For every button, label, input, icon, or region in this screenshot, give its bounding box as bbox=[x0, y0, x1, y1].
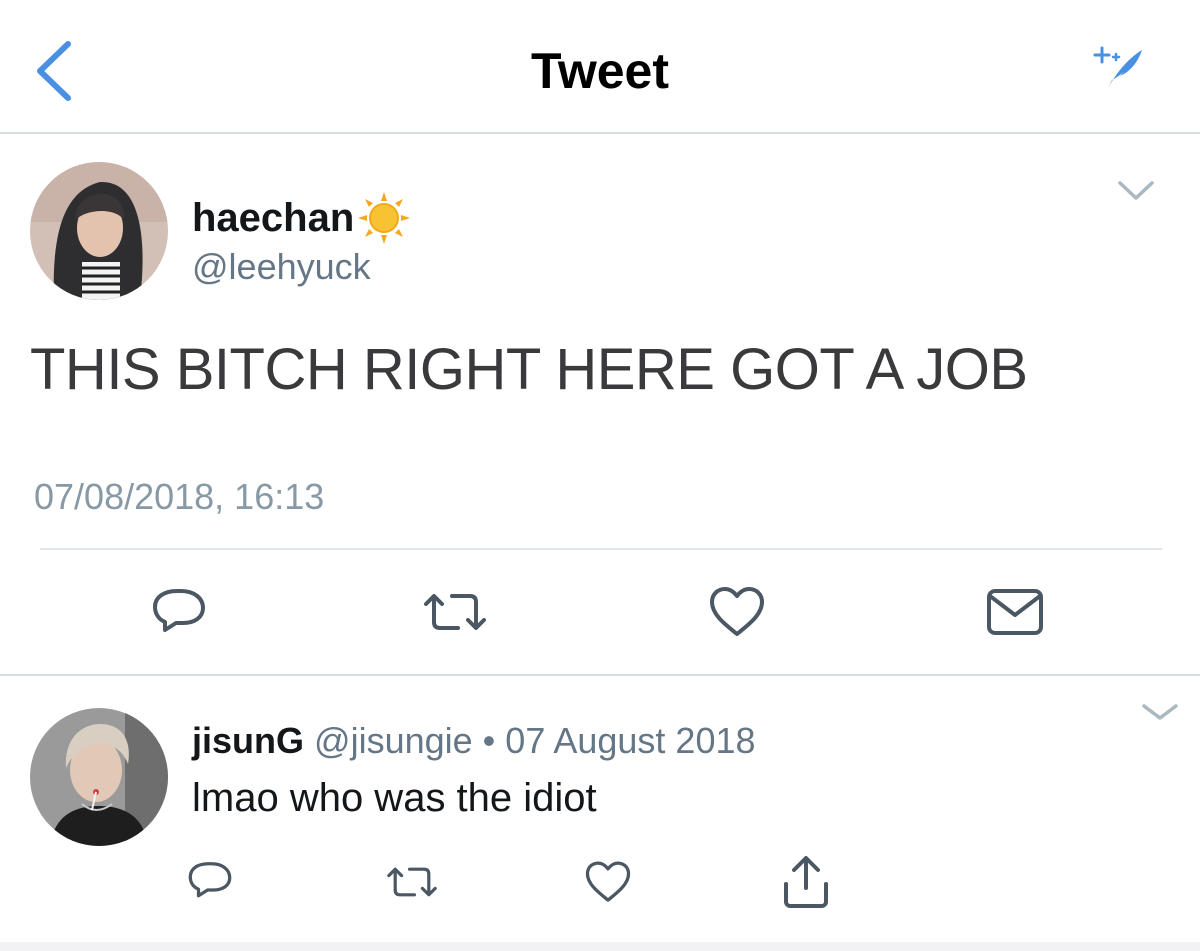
share-icon bbox=[784, 856, 828, 908]
retweet-button[interactable] bbox=[380, 856, 444, 908]
reply-tweet[interactable]: jisunG @jisungie • 07 August 2018 lmao w… bbox=[0, 674, 1200, 951]
reply-separator: • bbox=[482, 720, 496, 761]
bottom-divider bbox=[0, 942, 1200, 951]
display-name[interactable]: haechan bbox=[192, 196, 354, 241]
retweet-icon bbox=[387, 867, 437, 897]
nav-bar: Tweet bbox=[0, 0, 1200, 134]
retweet-icon bbox=[424, 594, 486, 630]
direct-message-icon bbox=[987, 589, 1043, 635]
like-icon bbox=[585, 861, 631, 902]
reply-display-name[interactable]: jisunG bbox=[192, 720, 304, 761]
author-name-row[interactable]: haechan bbox=[192, 190, 412, 246]
retweet-button[interactable] bbox=[420, 580, 490, 644]
reply-icon bbox=[188, 862, 232, 898]
avatar[interactable] bbox=[30, 708, 168, 846]
page-title: Tweet bbox=[531, 43, 669, 99]
reply-handle[interactable]: @jisungie bbox=[314, 720, 473, 761]
chevron-down-icon bbox=[1142, 704, 1178, 720]
like-button[interactable] bbox=[578, 856, 638, 908]
compose-button[interactable] bbox=[1090, 42, 1146, 94]
reply-button[interactable] bbox=[144, 580, 214, 644]
reply-text: lmao who was the idiot bbox=[192, 776, 597, 820]
direct-message-button[interactable] bbox=[980, 580, 1050, 644]
main-tweet: haechan @leehyuck THIS BITCH RIGHT HERE … bbox=[0, 136, 1200, 674]
sun-icon bbox=[358, 192, 411, 244]
reply-button[interactable] bbox=[180, 854, 240, 908]
chevron-down-icon bbox=[1118, 181, 1154, 200]
reply-options-button[interactable] bbox=[1140, 700, 1180, 724]
avatar[interactable] bbox=[30, 162, 168, 300]
compose-sparkle-icon bbox=[1093, 46, 1142, 88]
tweet-text: THIS BITCH RIGHT HERE GOT A JOB bbox=[30, 337, 1028, 402]
reply-header: jisunG @jisungie • 07 August 2018 bbox=[192, 720, 756, 762]
reply-icon bbox=[153, 589, 205, 632]
share-button[interactable] bbox=[776, 852, 836, 912]
like-button[interactable] bbox=[702, 580, 772, 644]
timestamp[interactable]: 07/08/2018, 16:13 bbox=[34, 476, 324, 518]
divider bbox=[40, 548, 1162, 550]
handle[interactable]: @leehyuck bbox=[192, 246, 371, 288]
tweet-options-button[interactable] bbox=[1116, 178, 1156, 204]
reply-date: 07 August 2018 bbox=[505, 720, 756, 761]
like-icon bbox=[710, 587, 764, 636]
